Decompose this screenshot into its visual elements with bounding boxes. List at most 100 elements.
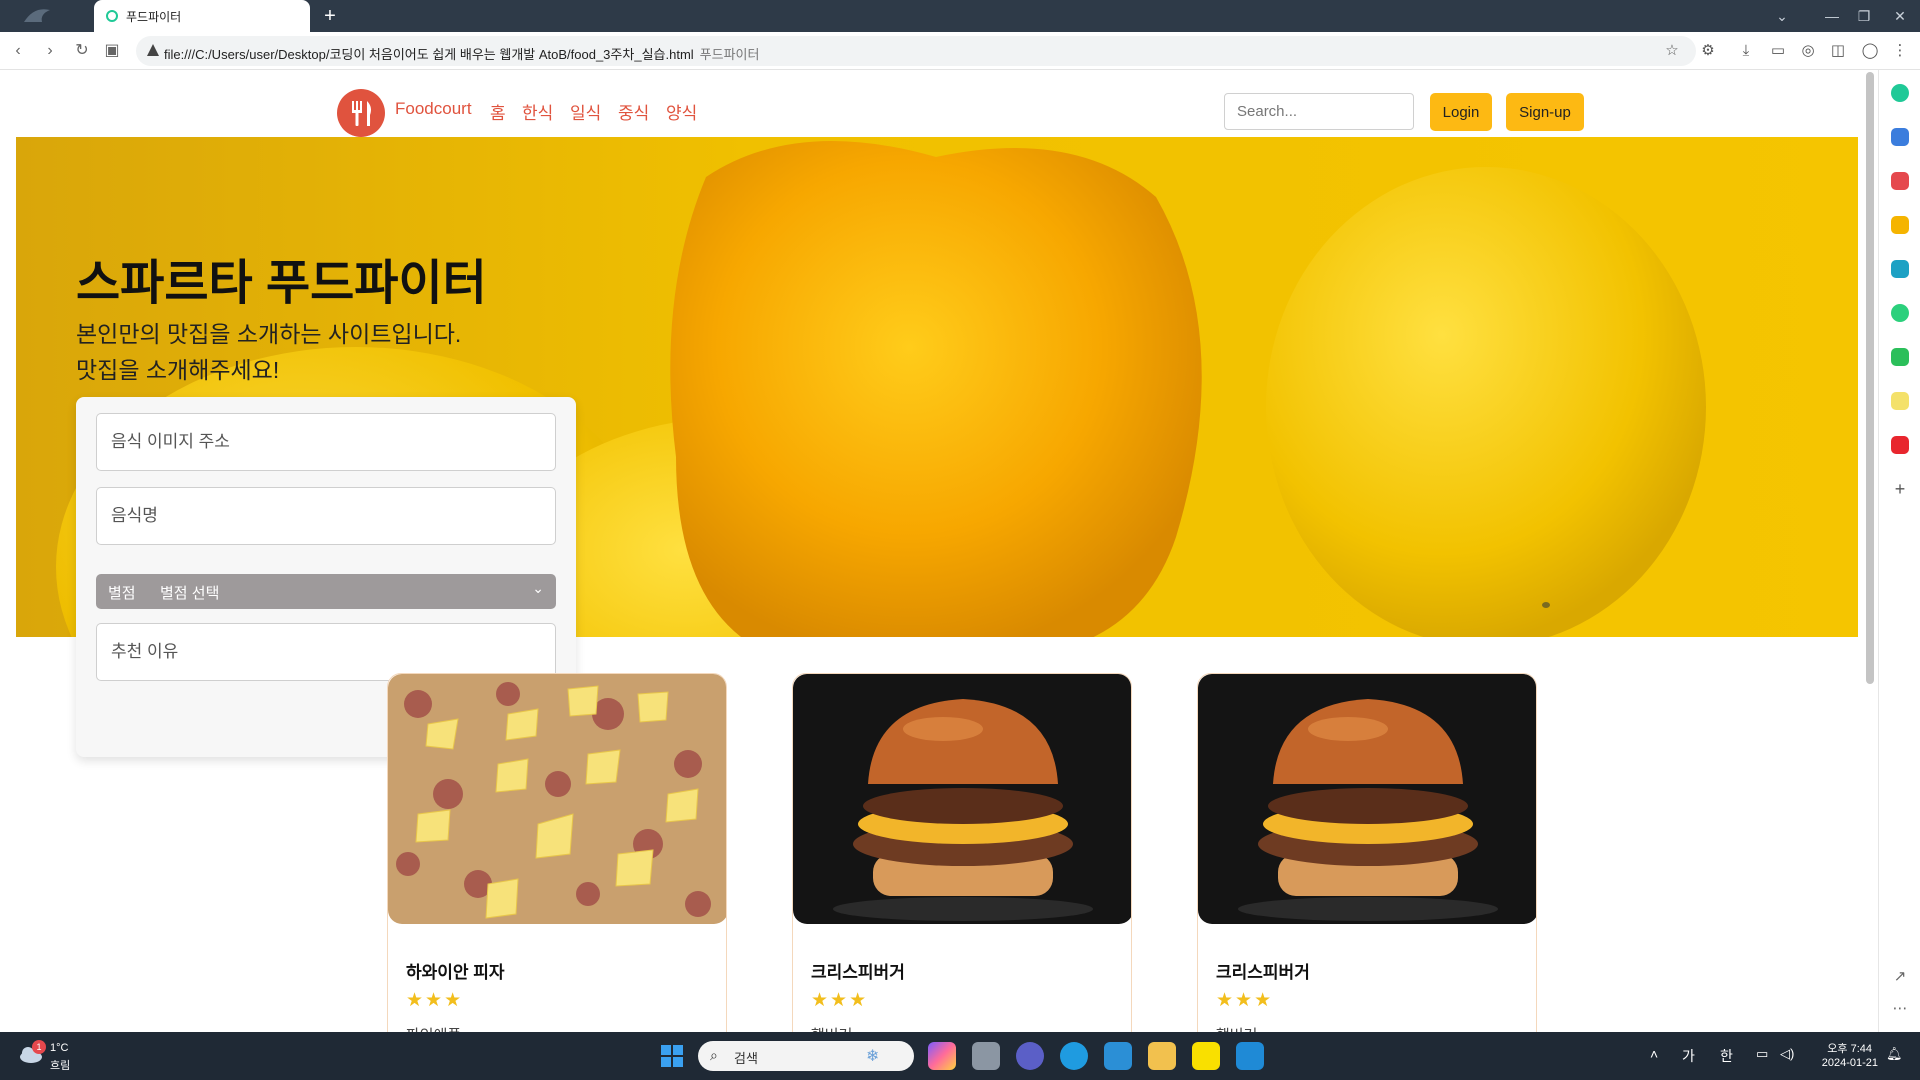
split-screen-icon[interactable]: ◫ [1828,41,1848,61]
food-card[interactable]: 하와이안 피자 ★★★ 파인애플 [387,673,727,1032]
star-rating: ★★★ [406,990,464,1011]
snowflake-icon: ❄ [866,1048,880,1065]
browser-tab-strip: 푸드파이터 + ⌄ — ❐ ✕ [0,0,1920,32]
copilot-icon[interactable] [1891,84,1909,102]
close-window-button[interactable]: ✕ [1888,4,1912,28]
search-icon: ⌕ [710,1047,718,1063]
hero-title: 스파르타 푸드파이터 [76,257,487,310]
notes-icon[interactable] [1891,392,1909,410]
card-description: 파인애플 [406,1024,461,1032]
nav-link-japanese[interactable]: 일식 [570,99,601,124]
page-scrollbar[interactable] [1866,72,1874,684]
tab-title: 푸드파이터 [126,10,182,24]
taskbar-search[interactable]: ⌕ 검색 ❄ [698,1041,914,1071]
hero-subtitle-line1: 본인만의 맛집을 소개하는 사이트입니다. [76,321,462,347]
chevron-down-icon: ⌄ [532,580,544,596]
food-card[interactable]: 크리스피버거 ★★★ 햄버거 [1197,673,1537,1032]
taskbar: 1 1°C 흐림 ⌕ 검색 ❄ ˄ 가 한 ▭ ◁) 오후 7:44 2024-… [0,1032,1920,1080]
ime-mode-korean[interactable]: 가 [1682,1046,1695,1066]
logo[interactable] [337,89,385,137]
food-image [388,674,726,924]
tray-expand-icon[interactable]: ˄ [1650,1046,1658,1062]
back-button[interactable]: ‹ [6,39,30,63]
tab-list-chevron-icon[interactable]: ⌄ [1770,4,1794,28]
calendar-icon[interactable] [1891,128,1909,146]
bird-app-icon[interactable] [1104,1042,1132,1070]
url-field[interactable]: file:///C:/Users/user/Desktop/코딩이 처음이어도 … [136,36,1696,66]
forward-button[interactable]: › [38,39,62,63]
restore-button[interactable]: ❐ [1852,4,1876,28]
clock-time[interactable]: 오후 7:44 [1812,1040,1872,1056]
weather-temperature: 1°C [50,1042,69,1054]
rating-select[interactable]: 별점 별점 선택 ⌄ [96,574,556,609]
kakaotalk-icon[interactable] [1192,1042,1220,1070]
extensions-icon[interactable]: ⚙ [1698,41,1718,61]
card-title: 하와이안 피자 [406,963,505,982]
active-tab[interactable]: 푸드파이터 [94,0,310,32]
favorite-star-icon[interactable]: ☆ [1662,41,1682,61]
clock-date[interactable]: 2024-01-21 [1810,1057,1878,1069]
play-icon[interactable] [1891,304,1909,322]
pocket-icon[interactable] [1891,172,1909,190]
rating-label: 별점 [108,585,136,602]
reader-mode-icon[interactable]: ▣ [100,39,124,63]
taskbar-search-label: 검색 [734,1051,758,1066]
login-button[interactable]: Login [1430,93,1492,131]
translate-icon[interactable] [1891,260,1909,278]
previous-tab[interactable] [0,0,92,32]
naver-webtoon-icon[interactable] [1891,348,1909,366]
teams-icon[interactable] [1016,1042,1044,1070]
start-button[interactable] [658,1042,686,1070]
nav-link-chinese[interactable]: 중식 [618,99,649,124]
add-icon[interactable]: + [1891,480,1909,498]
hero-subtitle-line2: 맛집을 소개해주세요! [76,357,280,383]
reload-icon[interactable]: ↻ [70,39,94,63]
image-url-input[interactable] [96,413,556,471]
more-menu-icon[interactable]: ⋮ [1890,41,1910,61]
search-input[interactable] [1224,93,1414,130]
nav-link-home[interactable]: 홈 [490,99,506,124]
task-view-icon[interactable] [972,1042,1000,1070]
copilot-app-icon[interactable] [928,1042,956,1070]
tab-favicon-icon [106,10,118,22]
notification-bell-icon[interactable]: 🔔︎ [1886,1046,1903,1062]
profile-icon[interactable]: ◯ [1860,41,1880,61]
vscode-icon[interactable] [1236,1042,1264,1070]
nav-link-western[interactable]: 양식 [666,99,697,124]
screenshot-icon[interactable]: ▭ [1768,41,1788,61]
edge-icon[interactable] [1060,1042,1088,1070]
fork-knife-icon [352,101,371,126]
network-icon[interactable]: ▭ [1756,1046,1768,1062]
burger-image [793,674,1131,924]
external-link-icon[interactable]: ↗ [1891,968,1909,986]
warning-icon [147,44,159,56]
downloads-icon[interactable]: ⤓ [1736,41,1756,61]
food-card[interactable]: 크리스피버거 ★★★ 햄버거 [792,673,1132,1032]
star-rating: ★★★ [1216,990,1274,1011]
card-title: 크리스피버거 [1216,963,1310,982]
brand-name[interactable]: Foodcourt [395,99,472,119]
more-icon[interactable]: ⋯ [1891,1000,1909,1018]
new-tab-button[interactable]: + [318,4,342,28]
weather-condition: 흐림 [50,1060,71,1072]
card-description: 햄버거 [811,1024,852,1032]
bird-icon [24,9,50,22]
wow-icon[interactable] [1891,436,1909,454]
ime-mode-hangul[interactable]: 한 [1720,1046,1733,1066]
url-text: file:///C:/Users/user/Desktop/코딩이 처음이어도 … [164,47,760,62]
food-name-input[interactable] [96,487,556,545]
file-explorer-icon[interactable] [1148,1042,1176,1070]
volume-icon[interactable]: ◁) [1780,1046,1794,1062]
favorites-icon[interactable] [1891,216,1909,234]
signup-button[interactable]: Sign-up [1506,93,1584,131]
nav-link-korean[interactable]: 한식 [522,99,553,124]
minimize-button[interactable]: — [1820,4,1844,28]
browser-essentials-icon[interactable]: ◎ [1798,41,1818,61]
rating-selected-value: 별점 선택 [160,585,220,602]
card-description: 햄버거 [1216,1024,1257,1032]
address-bar: ‹ › ↻ ▣ file:///C:/Users/user/Desktop/코딩… [0,32,1920,70]
pizza-image [388,674,726,924]
windows-logo-icon [661,1045,683,1067]
star-rating: ★★★ [811,990,869,1011]
burger-image [1198,674,1536,924]
